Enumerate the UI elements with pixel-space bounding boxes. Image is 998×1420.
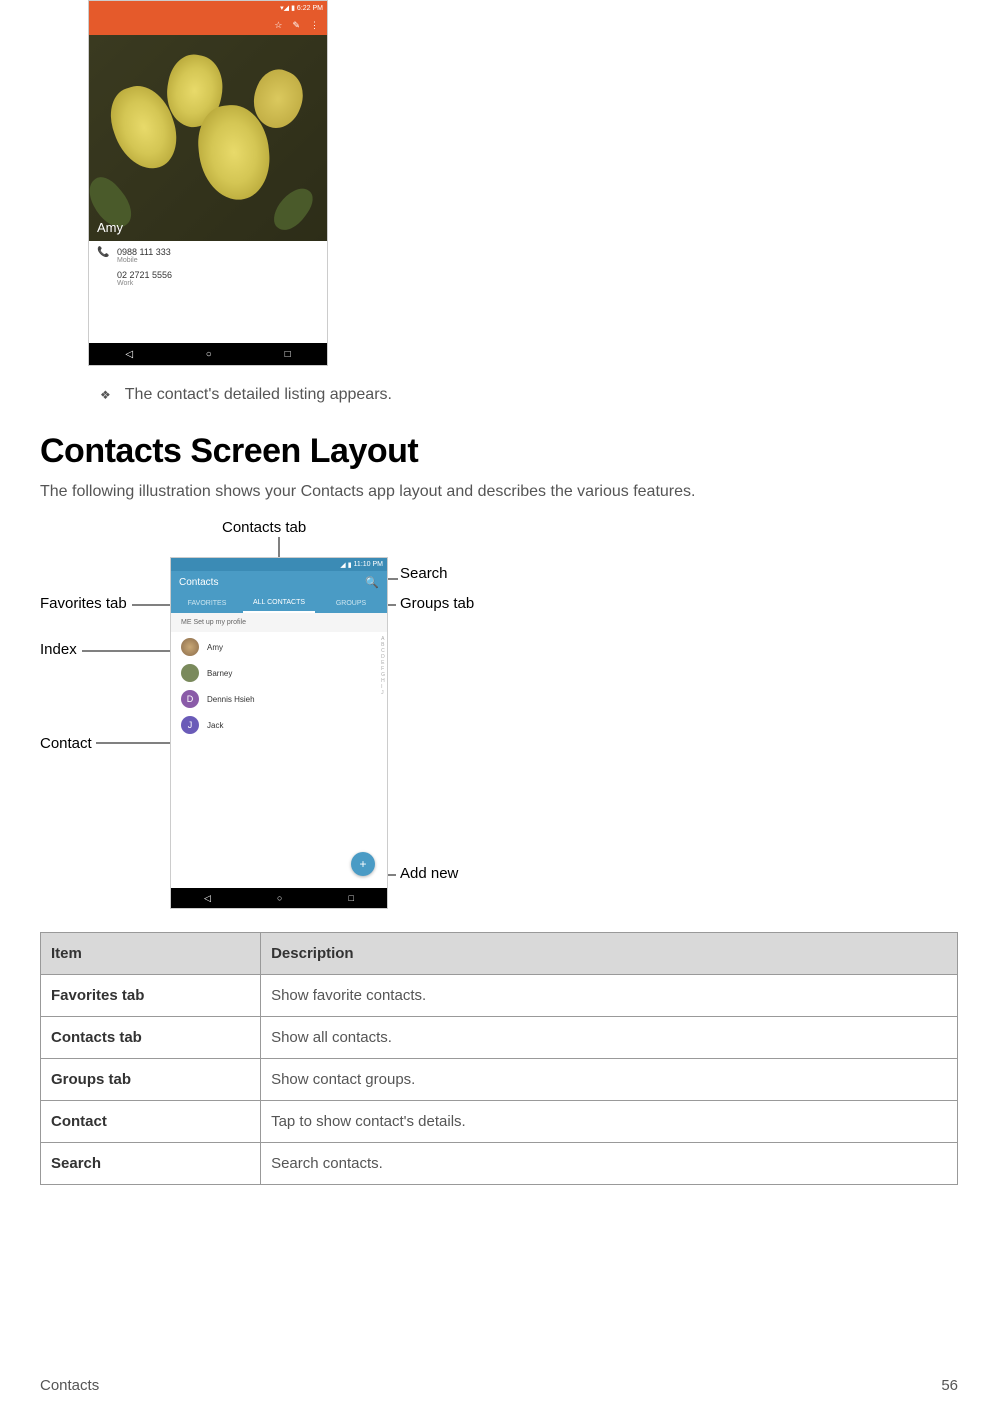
contact-name: Jack [207, 721, 223, 730]
status-bar: ▾◢ ▮ 6:22 PM [89, 1, 327, 15]
header-description: Description [261, 933, 958, 975]
table-row: Favorites tab Show favorite contacts. [41, 975, 958, 1017]
contact-photo: Amy [89, 35, 327, 241]
callout-contact: Contact [40, 735, 92, 752]
item-cell: Favorites tab [41, 975, 261, 1017]
desc-cell: Tap to show contact's details. [261, 1101, 958, 1143]
contacts-app-screenshot: ◢ ▮ 11:10 PM Contacts 🔍 FAVORITES ALL CO… [170, 557, 388, 909]
tab-favorites[interactable]: FAVORITES [171, 593, 243, 613]
contact-name: Amy [207, 643, 223, 652]
phone-label: Work [117, 280, 172, 287]
more-icon[interactable]: ⋮ [310, 20, 319, 31]
callout-contacts-tab: Contacts tab [222, 519, 306, 536]
list-item[interactable]: J Jack [171, 712, 387, 738]
add-person-icon: + [359, 857, 366, 871]
item-cell: Contact [41, 1101, 261, 1143]
avatar: J [181, 716, 199, 734]
layout-figure: Contacts tab Search Favorites tab Groups… [40, 519, 520, 914]
battery-icon: ▮ [291, 4, 295, 12]
header-title: Contacts [179, 577, 218, 588]
callout-index: Index [40, 641, 77, 658]
desc-cell: Search contacts. [261, 1143, 958, 1185]
battery-icon: ▮ [348, 561, 352, 569]
recent-icon[interactable]: □ [349, 893, 354, 903]
features-table: Item Description Favorites tab Show favo… [40, 932, 958, 1185]
me-profile-row[interactable]: ME Set up my profile [171, 613, 387, 632]
intro-text: The following illustration shows your Co… [40, 483, 958, 501]
back-icon[interactable]: ◁ [125, 349, 133, 360]
list-item[interactable]: Barney [171, 660, 387, 686]
phone-entry[interactable]: 02 2721 5556 Work [97, 270, 319, 287]
avatar [181, 638, 199, 656]
alpha-index[interactable]: A B C D E F G H I J [381, 636, 385, 696]
table-row: Search Search contacts. [41, 1143, 958, 1185]
contact-name: Amy [97, 220, 123, 235]
table-header-row: Item Description [41, 933, 958, 975]
star-icon[interactable]: ☆ [274, 20, 282, 31]
signal-icon: ▾◢ [280, 4, 289, 12]
callout-add-new: Add new [400, 865, 458, 882]
phone-label: Mobile [117, 257, 171, 264]
recent-icon[interactable]: □ [285, 349, 291, 360]
home-icon[interactable]: ○ [277, 893, 282, 903]
home-icon[interactable]: ○ [206, 349, 212, 360]
status-bar: ◢ ▮ 11:10 PM [171, 558, 387, 571]
item-cell: Groups tab [41, 1059, 261, 1101]
contact-detail-body: 📞 0988 111 333 Mobile 02 2721 5556 Work [89, 241, 327, 343]
contact-list[interactable]: Amy Barney D Dennis Hsieh J Jack A B C D… [171, 632, 387, 888]
status-time: 11:10 PM [354, 561, 383, 568]
app-header: Contacts 🔍 [171, 571, 387, 593]
avatar [181, 664, 199, 682]
page-number: 56 [941, 1377, 958, 1394]
desc-cell: Show favorite contacts. [261, 975, 958, 1017]
contact-name: Barney [207, 669, 232, 678]
tab-all-contacts[interactable]: ALL CONTACTS [243, 593, 315, 613]
table-row: Groups tab Show contact groups. [41, 1059, 958, 1101]
nav-bar: ◁ ○ □ [89, 343, 327, 365]
item-cell: Search [41, 1143, 261, 1185]
header-item: Item [41, 933, 261, 975]
avatar: D [181, 690, 199, 708]
phone-icon: 📞 [97, 247, 109, 258]
phone-entry[interactable]: 📞 0988 111 333 Mobile [97, 247, 319, 264]
status-time: 6:22 PM [297, 5, 323, 12]
table-row: Contact Tap to show contact's details. [41, 1101, 958, 1143]
edit-icon[interactable]: ✎ [292, 20, 300, 31]
phone-number: 02 2721 5556 [117, 270, 172, 280]
nav-bar: ◁ ○ □ [171, 888, 387, 908]
tab-bar: FAVORITES ALL CONTACTS GROUPS [171, 593, 387, 613]
callout-groups-tab: Groups tab [400, 595, 474, 612]
page-footer: Contacts 56 [40, 1377, 958, 1394]
bullet-text: The contact's detailed listing appears. [125, 386, 392, 404]
bullet-marker-icon: ❖ [100, 388, 111, 402]
callout-favorites-tab: Favorites tab [40, 595, 127, 612]
list-item[interactable]: Amy [171, 634, 387, 660]
tab-groups[interactable]: GROUPS [315, 593, 387, 613]
contact-name: Dennis Hsieh [207, 695, 255, 704]
item-cell: Contacts tab [41, 1017, 261, 1059]
section-heading: Contacts Screen Layout [40, 432, 958, 471]
search-icon[interactable]: 🔍 [365, 576, 379, 589]
phone-number: 0988 111 333 [117, 247, 171, 257]
table-row: Contacts tab Show all contacts. [41, 1017, 958, 1059]
list-item[interactable]: D Dennis Hsieh [171, 686, 387, 712]
desc-cell: Show contact groups. [261, 1059, 958, 1101]
contact-detail-screenshot: ▾◢ ▮ 6:22 PM ☆ ✎ ⋮ Amy 📞 0988 111 333 Mo… [88, 0, 328, 366]
action-bar: ☆ ✎ ⋮ [89, 15, 327, 35]
signal-icon: ◢ [340, 561, 345, 569]
back-icon[interactable]: ◁ [204, 893, 211, 904]
bullet-item: ❖ The contact's detailed listing appears… [100, 386, 958, 404]
callout-search: Search [400, 565, 448, 582]
footer-section: Contacts [40, 1377, 99, 1394]
add-contact-fab[interactable]: + [351, 852, 375, 876]
desc-cell: Show all contacts. [261, 1017, 958, 1059]
